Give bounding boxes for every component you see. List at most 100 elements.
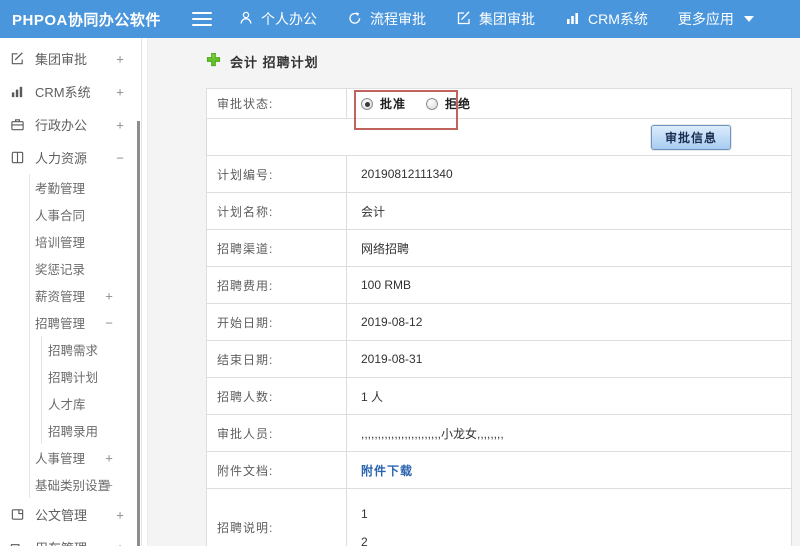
sidebar-item-label: 基础类别设置 — [35, 479, 111, 493]
description-line: 1 — [361, 506, 368, 521]
nav-group-approval[interactable]: 集团审批 — [456, 9, 535, 29]
radio-approve[interactable] — [361, 98, 373, 110]
sidebar-item-salary[interactable]: 薪资管理 + — [30, 282, 147, 309]
approval-info-button[interactable]: 审批信息 — [650, 124, 731, 150]
sidebar-item-talent-pool[interactable]: 人才库 — [42, 390, 147, 417]
sidebar-item-documents[interactable]: 公文管理 + — [0, 498, 147, 531]
table-row: 招聘说明: 1 2 — [206, 488, 792, 546]
status-options: 批准 拒绝 — [346, 88, 792, 119]
top-navigation-bar: PHPOA协同办公软件 个人办公 流程审批 集团审批 CRM系统 更多应用 — [0, 0, 800, 38]
sidebar-item-group-approval[interactable]: 集团审批 + — [0, 42, 147, 75]
sidebar: 集团审批 + CRM系统 + 行政办公 + 人力资源 − 考勤管理 人事合同 培… — [0, 38, 148, 546]
sidebar-item-recruit-plan[interactable]: 招聘计划 — [42, 363, 147, 390]
nav-crm-system[interactable]: CRM系统 — [565, 9, 648, 29]
field-value: 1 2 — [346, 488, 792, 546]
sidebar-item-label: 行政办公 — [35, 118, 88, 133]
field-value: 2019-08-31 — [346, 340, 792, 378]
sidebar-item-label: CRM系统 — [35, 85, 91, 100]
sidebar-item-rewards[interactable]: 奖惩记录 — [30, 255, 147, 282]
expand-toggle[interactable]: + — [114, 540, 126, 546]
nav-label: CRM系统 — [588, 11, 648, 27]
field-value: 100 RMB — [346, 266, 792, 304]
description-line: 2 — [361, 534, 368, 546]
sidebar-item-label: 集团审批 — [35, 52, 88, 67]
main-content: 会计 招聘计划 审批状态: 批准 拒绝 审批信息 计划编号: 2019081211… — [148, 38, 800, 546]
field-label: 审批状态: — [206, 88, 347, 119]
expand-toggle[interactable]: + — [114, 51, 126, 66]
nav-label: 集团审批 — [479, 11, 535, 27]
expand-toggle[interactable]: + — [103, 477, 115, 492]
sidebar-item-recruit-demand[interactable]: 招聘需求 — [42, 336, 147, 363]
approval-info-row: 审批信息 — [206, 118, 792, 156]
sidebar-item-label: 招聘管理 — [35, 317, 86, 331]
app-logo: PHPOA协同办公软件 — [12, 11, 161, 29]
radio-approve-label[interactable]: 批准 — [380, 97, 406, 111]
field-value: 会计 — [346, 192, 792, 230]
sidebar-item-vehicle[interactable]: 用车管理 + — [0, 531, 147, 546]
sidebar-item-attendance[interactable]: 考勤管理 — [30, 174, 147, 201]
nav-label: 个人办公 — [261, 11, 317, 27]
field-label: 招聘说明: — [206, 488, 347, 546]
sidebar-item-label: 培训管理 — [35, 236, 86, 250]
sidebar-item-recruit-hire[interactable]: 招聘录用 — [42, 417, 147, 444]
sidebar-item-training[interactable]: 培训管理 — [30, 228, 147, 255]
table-row: 附件文档: 附件下载 — [206, 451, 792, 489]
table-row: 计划编号: 20190812111340 — [206, 155, 792, 193]
table-row: 招聘渠道: 网络招聘 — [206, 229, 792, 267]
sidebar-item-label: 考勤管理 — [35, 182, 86, 196]
sidebar-item-label: 招聘录用 — [48, 425, 99, 439]
radio-reject[interactable] — [426, 98, 439, 110]
sidebar-item-recruit-mgmt[interactable]: 招聘管理 − — [30, 309, 147, 336]
collapse-toggle[interactable]: − — [114, 150, 126, 165]
recruit-submenu: 招聘需求 招聘计划 人才库 招聘录用 — [41, 336, 147, 444]
field-label: 开始日期: — [206, 303, 347, 341]
edit-square-icon — [9, 50, 26, 67]
sidebar-item-label: 用车管理 — [35, 538, 87, 546]
table-row: 结束日期: 2019-08-31 — [206, 340, 792, 378]
document-icon — [9, 506, 26, 523]
table-row: 计划名称: 会计 — [206, 192, 792, 230]
sidebar-item-label: 招聘需求 — [48, 344, 99, 358]
bar-chart-icon — [9, 83, 26, 100]
status-row: 审批状态: 批准 拒绝 — [206, 88, 792, 119]
page-title: 会计 招聘计划 — [206, 52, 792, 88]
field-value: 2019-08-12 — [346, 303, 792, 341]
field-label: 招聘费用: — [206, 266, 347, 304]
expand-toggle[interactable]: + — [114, 117, 126, 132]
menu-toggle-icon[interactable] — [192, 12, 212, 26]
sidebar-item-crm[interactable]: CRM系统 + — [0, 75, 147, 108]
radio-reject-label[interactable]: 拒绝 — [445, 97, 471, 111]
table-row: 审批人员: ,,,,,,,,,,,,,,,,,,,,,,,,小龙女,,,,,,,… — [206, 414, 792, 452]
add-icon — [206, 52, 221, 67]
expand-toggle[interactable]: + — [114, 507, 126, 522]
attachment-download-link[interactable]: 附件下载 — [361, 464, 413, 478]
sidebar-scrollbar-track — [141, 38, 142, 546]
sidebar-item-admin-office[interactable]: 行政办公 + — [0, 108, 147, 141]
caret-down-icon — [743, 16, 754, 22]
sidebar-item-label: 薪资管理 — [35, 290, 86, 304]
expand-toggle[interactable]: + — [114, 84, 126, 99]
briefcase-icon — [9, 116, 26, 133]
sidebar-scrollbar-thumb[interactable] — [137, 121, 140, 546]
sidebar-item-hr-contract[interactable]: 人事合同 — [30, 201, 147, 228]
process-icon — [347, 10, 370, 29]
nav-label: 流程审批 — [370, 11, 426, 27]
table-row: 招聘费用: 100 RMB — [206, 266, 792, 304]
sidebar-item-label: 人力资源 — [35, 151, 88, 166]
field-label: 计划编号: — [206, 155, 347, 193]
expand-toggle[interactable]: + — [103, 288, 115, 303]
sidebar-item-personnel-mgmt[interactable]: 人事管理 + — [30, 444, 147, 471]
sidebar-item-label: 公文管理 — [35, 508, 88, 523]
nav-process-approval[interactable]: 流程审批 — [347, 9, 426, 29]
sidebar-item-label: 招聘计划 — [48, 371, 99, 385]
sidebar-item-hr[interactable]: 人力资源 − — [0, 141, 147, 174]
nav-more-apps[interactable]: 更多应用 — [678, 9, 754, 29]
collapse-toggle[interactable]: − — [103, 315, 115, 330]
nav-label: 更多应用 — [677, 11, 734, 27]
sidebar-item-label: 人事合同 — [35, 209, 86, 223]
expand-toggle[interactable]: + — [103, 450, 115, 465]
sidebar-item-base-category[interactable]: 基础类别设置 + — [30, 471, 147, 498]
app-window: PHPOA协同办公软件 个人办公 流程审批 集团审批 CRM系统 更多应用 集团… — [0, 0, 800, 546]
field-value: ,,,,,,,,,,,,,,,,,,,,,,,,小龙女,,,,,,,, — [346, 414, 792, 452]
nav-personal-office[interactable]: 个人办公 — [238, 9, 317, 29]
